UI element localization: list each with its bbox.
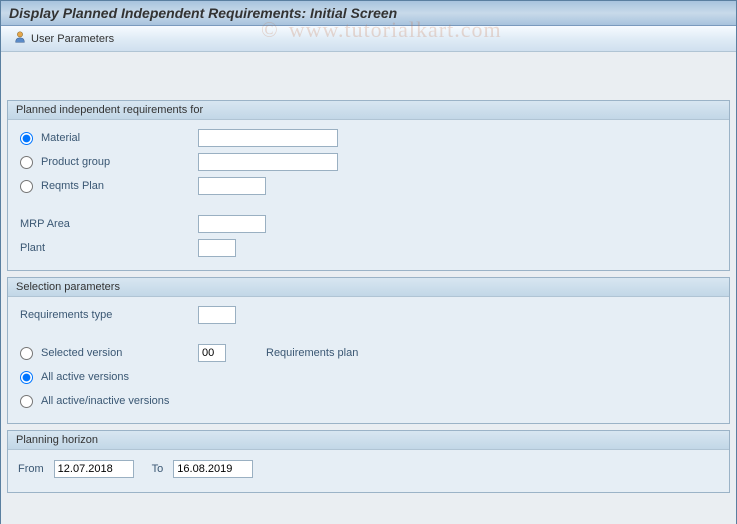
label-requirements-type: Requirements type bbox=[18, 309, 198, 321]
input-material[interactable] bbox=[198, 129, 338, 147]
group1-title: Planned independent requirements for bbox=[8, 101, 729, 120]
page-title: Display Planned Independent Requirements… bbox=[9, 5, 728, 21]
label-to: To bbox=[152, 463, 164, 475]
radio-reqmts-plan[interactable] bbox=[20, 180, 33, 193]
toolbar: User Parameters bbox=[1, 26, 736, 52]
user-parameters-button[interactable]: User Parameters bbox=[9, 28, 118, 49]
input-product-group[interactable] bbox=[198, 153, 338, 171]
radio-product-group[interactable] bbox=[20, 156, 33, 169]
label-reqmts-plan[interactable]: Reqmts Plan bbox=[41, 180, 104, 192]
input-mrp-area[interactable] bbox=[198, 215, 266, 233]
input-plant[interactable] bbox=[198, 239, 236, 257]
content-area: Planned independent requirements for Mat… bbox=[1, 52, 736, 524]
input-to-date[interactable] bbox=[173, 460, 253, 478]
label-all-active-versions[interactable]: All active versions bbox=[41, 371, 129, 383]
label-material[interactable]: Material bbox=[41, 132, 80, 144]
group-planned-independent-requirements: Planned independent requirements for Mat… bbox=[7, 100, 730, 271]
label-mrp-area: MRP Area bbox=[18, 218, 198, 230]
label-from: From bbox=[18, 463, 44, 475]
label-all-active-inactive-versions[interactable]: All active/inactive versions bbox=[41, 395, 169, 407]
label-product-group[interactable]: Product group bbox=[41, 156, 110, 168]
group3-title: Planning horizon bbox=[8, 431, 729, 450]
input-selected-version[interactable] bbox=[198, 344, 226, 362]
group-planning-horizon: Planning horizon From To bbox=[7, 430, 730, 493]
label-plant: Plant bbox=[18, 242, 198, 254]
person-icon bbox=[13, 30, 27, 47]
user-parameters-label: User Parameters bbox=[31, 33, 114, 45]
label-selected-version[interactable]: Selected version bbox=[41, 347, 122, 359]
title-bar: Display Planned Independent Requirements… bbox=[1, 1, 736, 26]
input-reqmts-plan[interactable] bbox=[198, 177, 266, 195]
group-selection-parameters: Selection parameters Requirements type S… bbox=[7, 277, 730, 424]
radio-all-active-inactive-versions[interactable] bbox=[20, 395, 33, 408]
radio-all-active-versions[interactable] bbox=[20, 371, 33, 384]
radio-material[interactable] bbox=[20, 132, 33, 145]
input-requirements-type[interactable] bbox=[198, 306, 236, 324]
group2-title: Selection parameters bbox=[8, 278, 729, 297]
radio-selected-version[interactable] bbox=[20, 347, 33, 360]
input-from-date[interactable] bbox=[54, 460, 134, 478]
label-requirements-plan: Requirements plan bbox=[266, 347, 358, 359]
